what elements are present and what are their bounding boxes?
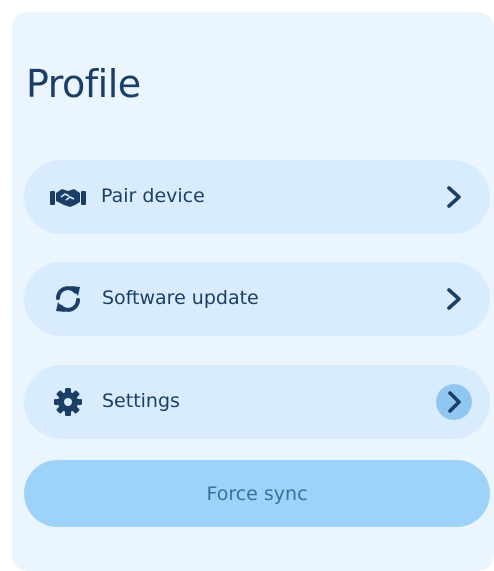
- chevron-right-icon[interactable]: [436, 384, 472, 420]
- chevron-right-icon[interactable]: [436, 179, 472, 215]
- refresh-icon: [48, 279, 88, 319]
- gear-icon: [48, 382, 88, 422]
- menu-item-label: Settings: [102, 390, 180, 412]
- menu-item-label: Software update: [102, 287, 259, 309]
- page-title: Profile: [26, 62, 141, 106]
- menu-item-settings[interactable]: Settings: [24, 365, 490, 439]
- menu-item-label: Pair device: [101, 185, 205, 207]
- force-sync-button[interactable]: Force sync: [24, 460, 490, 527]
- handshake-icon: [48, 177, 88, 217]
- menu-item-pair-device[interactable]: Pair device: [24, 160, 490, 234]
- menu-item-software-update[interactable]: Software update: [24, 262, 490, 336]
- profile-panel: Profile Pair device Software update Sett…: [12, 12, 494, 571]
- chevron-right-icon[interactable]: [436, 281, 472, 317]
